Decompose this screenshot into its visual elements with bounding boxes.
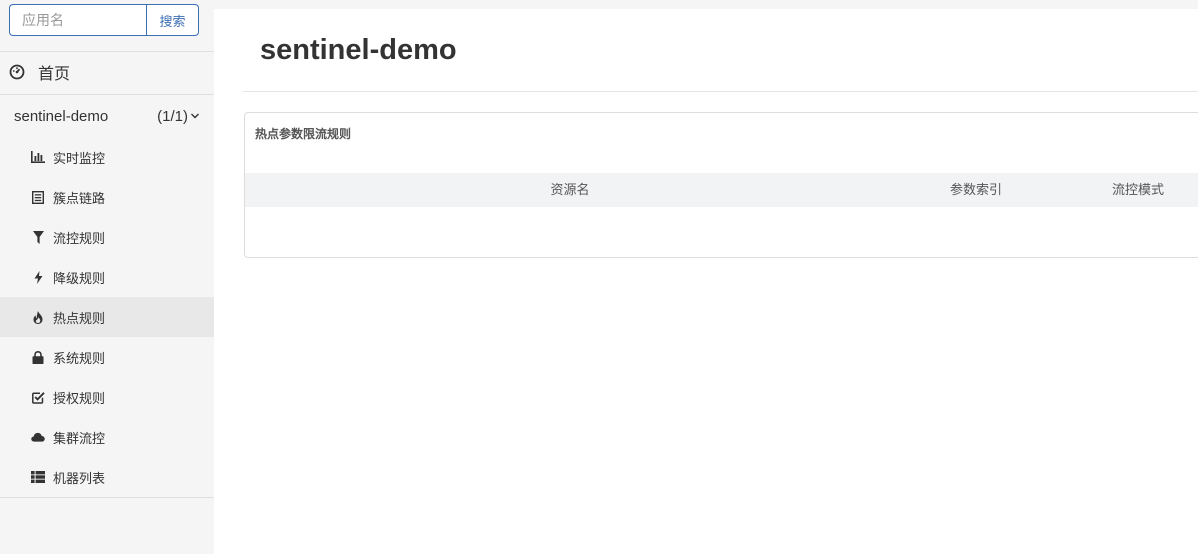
check-square-icon — [31, 390, 45, 404]
flash-icon — [31, 270, 45, 284]
search-button[interactable]: 搜索 — [146, 4, 199, 36]
sidebar-item-label: 机器列表 — [53, 470, 106, 486]
sidebar-item-label: 流控规则 — [53, 230, 106, 246]
panel-title: 热点参数限流规则 — [255, 127, 352, 141]
app-menu: 实时监控 簇点链路 流控规则 降级规则 热点规则 系统规则 授权规则 集群流控 … — [0, 137, 214, 497]
app-group-header[interactable]: sentinel-demo (1/1) — [0, 96, 214, 136]
lock-icon — [31, 350, 45, 364]
th-list-icon — [31, 470, 45, 484]
sidebar-item-label: 簇点链路 — [53, 190, 106, 206]
column-header-flow-mode[interactable]: 流控模式 — [1057, 173, 1198, 207]
divider — [0, 94, 214, 95]
list-icon — [31, 190, 45, 204]
app-name: sentinel-demo — [14, 107, 109, 125]
sidebar-item-machines[interactable]: 机器列表 — [0, 457, 214, 497]
fire-icon — [31, 310, 45, 324]
sidebar-item-home[interactable]: 首页 — [0, 52, 214, 92]
sidebar-item-label: 集群流控 — [53, 430, 106, 446]
filter-icon — [31, 230, 45, 244]
bar-chart-icon — [31, 150, 45, 164]
cloud-icon — [31, 430, 45, 444]
divider — [0, 497, 214, 498]
sidebar-item-system-rules[interactable]: 系统规则 — [0, 337, 214, 377]
chevron-down-icon — [191, 113, 199, 119]
sidebar-item-label: 实时监控 — [53, 150, 106, 166]
sidebar-item-cluster-flow[interactable]: 集群流控 — [0, 417, 214, 457]
sidebar-item-hotspot-rules[interactable]: 热点规则 — [0, 297, 214, 337]
column-header-resource[interactable]: 资源名 — [245, 173, 895, 207]
sidebar-item-label: 热点规则 — [53, 310, 106, 326]
search-bar: 搜索 — [9, 4, 199, 36]
sidebar-item-label: 系统规则 — [53, 350, 106, 366]
sidebar-item-label: 授权规则 — [53, 390, 106, 406]
sidebar-item-label: 降级规则 — [53, 270, 106, 286]
column-header-param-index[interactable]: 参数索引 — [895, 173, 1057, 207]
sidebar: 搜索 首页 sentinel-demo (1/1) — [0, 0, 214, 554]
app-machine-count: (1/1) — [157, 107, 188, 125]
sidebar-item-degrade-rules[interactable]: 降级规则 — [0, 257, 214, 297]
table-header: 资源名 参数索引 流控模式 — [245, 173, 1198, 207]
sidebar-item-authority-rules[interactable]: 授权规则 — [0, 377, 214, 417]
page-title: sentinel-demo — [260, 34, 457, 66]
sidebar-item-resources[interactable]: 簇点链路 — [0, 177, 214, 217]
dashboard-icon — [9, 64, 25, 80]
home-label: 首页 — [38, 66, 71, 83]
sidebar-item-flow-rules[interactable]: 流控规则 — [0, 217, 214, 257]
top-bar — [214, 0, 1198, 9]
hotspot-rules-panel: 热点参数限流规则 资源名 参数索引 流控模式 — [244, 112, 1198, 258]
divider — [243, 91, 1198, 92]
app-search-input[interactable] — [9, 4, 146, 36]
sidebar-item-metrics[interactable]: 实时监控 — [0, 137, 214, 177]
main-content: sentinel-demo 热点参数限流规则 资源名 参数索引 流控模式 — [214, 0, 1198, 554]
